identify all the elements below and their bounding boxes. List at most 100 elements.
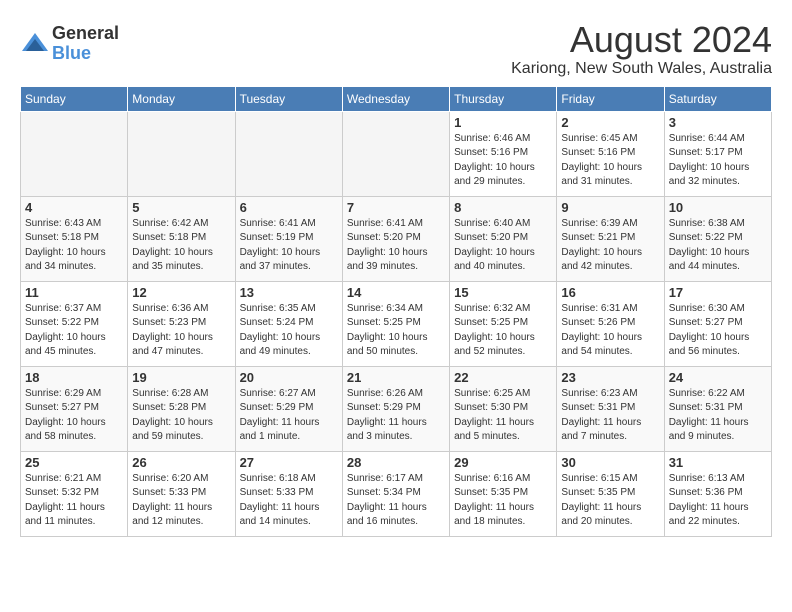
day-of-week-header: Saturday (664, 86, 771, 111)
day-number: 15 (454, 285, 552, 300)
day-number: 9 (561, 200, 659, 215)
day-of-week-header: Friday (557, 86, 664, 111)
logo: General Blue (20, 24, 119, 64)
calendar-day-cell: 7 Sunrise: 6:41 AMSunset: 5:20 PMDaylight… (342, 196, 449, 281)
day-number: 5 (132, 200, 230, 215)
day-info: Sunrise: 6:45 AMSunset: 5:16 PMDaylight:… (561, 132, 659, 190)
day-of-week-header: Monday (128, 86, 235, 111)
calendar-week-row: 25 Sunrise: 6:21 AMSunset: 5:32 PMDayligh… (21, 451, 772, 536)
calendar-day-cell: 16 Sunrise: 6:31 AMSunset: 5:26 PMDayligh… (557, 281, 664, 366)
calendar-day-cell: 28Sunrise: 6:17 AMSunset: 5:34 PMDayligh… (342, 451, 449, 536)
day-number: 4 (25, 200, 123, 215)
day-number: 12 (132, 285, 230, 300)
calendar-day-cell: 27Sunrise: 6:18 AMSunset: 5:33 PMDayligh… (235, 451, 342, 536)
title-section: August 2024 Kariong, New South Wales, Au… (511, 20, 772, 78)
calendar-day-cell: 21Sunrise: 6:26 AMSunset: 5:29 PMDayligh… (342, 366, 449, 451)
day-info: Sunrise: 6:36 AMSunset: 5:23 PMDaylight:… (132, 302, 230, 360)
day-info: Sunrise: 6:17 AMSunset: 5:34 PMDaylight:… (347, 472, 445, 530)
logo-general-text: General (52, 24, 119, 44)
day-number: 10 (669, 200, 767, 215)
day-info: Sunrise: 6:43 AMSunset: 5:18 PMDaylight:… (25, 217, 123, 275)
day-info: Sunrise: 6:15 AMSunset: 5:35 PMDaylight:… (561, 472, 659, 530)
day-number: 14 (347, 285, 445, 300)
day-info: Sunrise: 6:20 AMSunset: 5:33 PMDaylight:… (132, 472, 230, 530)
day-info: Sunrise: 6:18 AMSunset: 5:33 PMDaylight:… (240, 472, 338, 530)
day-of-week-header: Thursday (450, 86, 557, 111)
calendar-day-cell: 6 Sunrise: 6:41 AMSunset: 5:19 PMDaylight… (235, 196, 342, 281)
day-of-week-header: Sunday (21, 86, 128, 111)
day-number: 22 (454, 370, 552, 385)
calendar-day-cell: 3Sunrise: 6:44 AMSunset: 5:17 PMDaylight… (664, 111, 771, 196)
day-info: Sunrise: 6:29 AMSunset: 5:27 PMDaylight:… (25, 387, 123, 445)
day-number: 31 (669, 455, 767, 470)
month-year-title: August 2024 (511, 20, 772, 60)
day-info: Sunrise: 6:40 AMSunset: 5:20 PMDaylight:… (454, 217, 552, 275)
day-number: 11 (25, 285, 123, 300)
day-info: Sunrise: 6:22 AMSunset: 5:31 PMDaylight:… (669, 387, 767, 445)
day-of-week-header: Tuesday (235, 86, 342, 111)
day-number: 19 (132, 370, 230, 385)
logo-text: General Blue (52, 24, 119, 64)
calendar-week-row: 4 Sunrise: 6:43 AMSunset: 5:18 PMDaylight… (21, 196, 772, 281)
calendar-day-cell: 1Sunrise: 6:46 AMSunset: 5:16 PMDaylight… (450, 111, 557, 196)
day-number: 25 (25, 455, 123, 470)
day-info: Sunrise: 6:28 AMSunset: 5:28 PMDaylight:… (132, 387, 230, 445)
day-number: 30 (561, 455, 659, 470)
day-info: Sunrise: 6:34 AMSunset: 5:25 PMDaylight:… (347, 302, 445, 360)
day-number: 23 (561, 370, 659, 385)
day-number: 24 (669, 370, 767, 385)
day-info: Sunrise: 6:46 AMSunset: 5:16 PMDaylight:… (454, 132, 552, 190)
day-number: 16 (561, 285, 659, 300)
day-info: Sunrise: 6:31 AMSunset: 5:26 PMDaylight:… (561, 302, 659, 360)
day-number: 13 (240, 285, 338, 300)
calendar-day-cell: 2 Sunrise: 6:45 AMSunset: 5:16 PMDaylight… (557, 111, 664, 196)
calendar-day-cell: 8Sunrise: 6:40 AMSunset: 5:20 PMDaylight… (450, 196, 557, 281)
day-info: Sunrise: 6:16 AMSunset: 5:35 PMDaylight:… (454, 472, 552, 530)
calendar-table: SundayMondayTuesdayWednesdayThursdayFrid… (20, 86, 772, 537)
calendar-day-cell: 13 Sunrise: 6:35 AMSunset: 5:24 PMDayligh… (235, 281, 342, 366)
calendar-day-cell: 17 Sunrise: 6:30 AMSunset: 5:27 PMDayligh… (664, 281, 771, 366)
day-info: Sunrise: 6:23 AMSunset: 5:31 PMDaylight:… (561, 387, 659, 445)
day-number: 3 (669, 115, 767, 130)
day-info: Sunrise: 6:37 AMSunset: 5:22 PMDaylight:… (25, 302, 123, 360)
calendar-day-cell: 24 Sunrise: 6:22 AMSunset: 5:31 PMDayligh… (664, 366, 771, 451)
day-info: Sunrise: 6:27 AMSunset: 5:29 PMDaylight:… (240, 387, 338, 445)
logo-blue-text: Blue (52, 44, 119, 64)
day-info: Sunrise: 6:41 AMSunset: 5:20 PMDaylight:… (347, 217, 445, 275)
calendar-day-cell: 10 Sunrise: 6:38 AMSunset: 5:22 PMDayligh… (664, 196, 771, 281)
day-info: Sunrise: 6:38 AMSunset: 5:22 PMDaylight:… (669, 217, 767, 275)
day-info: Sunrise: 6:35 AMSunset: 5:24 PMDaylight:… (240, 302, 338, 360)
day-number: 26 (132, 455, 230, 470)
calendar-day-cell (21, 111, 128, 196)
day-info: Sunrise: 6:42 AMSunset: 5:18 PMDaylight:… (132, 217, 230, 275)
calendar-week-row: 18Sunrise: 6:29 AMSunset: 5:27 PMDayligh… (21, 366, 772, 451)
calendar-day-cell: 14 Sunrise: 6:34 AMSunset: 5:25 PMDayligh… (342, 281, 449, 366)
calendar-header-row: SundayMondayTuesdayWednesdayThursdayFrid… (21, 86, 772, 111)
page-header: General Blue August 2024 Kariong, New So… (20, 20, 772, 78)
day-number: 2 (561, 115, 659, 130)
logo-icon (20, 29, 50, 59)
calendar-day-cell: 30 Sunrise: 6:15 AMSunset: 5:35 PMDayligh… (557, 451, 664, 536)
calendar-day-cell: 23 Sunrise: 6:23 AMSunset: 5:31 PMDayligh… (557, 366, 664, 451)
calendar-day-cell: 25 Sunrise: 6:21 AMSunset: 5:32 PMDayligh… (21, 451, 128, 536)
day-number: 6 (240, 200, 338, 215)
calendar-day-cell: 15Sunrise: 6:32 AMSunset: 5:25 PMDayligh… (450, 281, 557, 366)
day-number: 7 (347, 200, 445, 215)
calendar-day-cell: 26 Sunrise: 6:20 AMSunset: 5:33 PMDayligh… (128, 451, 235, 536)
calendar-day-cell: 18Sunrise: 6:29 AMSunset: 5:27 PMDayligh… (21, 366, 128, 451)
day-number: 17 (669, 285, 767, 300)
day-info: Sunrise: 6:25 AMSunset: 5:30 PMDaylight:… (454, 387, 552, 445)
calendar-day-cell: 4 Sunrise: 6:43 AMSunset: 5:18 PMDaylight… (21, 196, 128, 281)
calendar-day-cell (342, 111, 449, 196)
calendar-week-row: 1Sunrise: 6:46 AMSunset: 5:16 PMDaylight… (21, 111, 772, 196)
calendar-day-cell: 9 Sunrise: 6:39 AMSunset: 5:21 PMDaylight… (557, 196, 664, 281)
day-info: Sunrise: 6:30 AMSunset: 5:27 PMDaylight:… (669, 302, 767, 360)
calendar-day-cell: 5 Sunrise: 6:42 AMSunset: 5:18 PMDaylight… (128, 196, 235, 281)
day-number: 21 (347, 370, 445, 385)
day-number: 29 (454, 455, 552, 470)
day-info: Sunrise: 6:13 AMSunset: 5:36 PMDaylight:… (669, 472, 767, 530)
day-info: Sunrise: 6:39 AMSunset: 5:21 PMDaylight:… (561, 217, 659, 275)
day-info: Sunrise: 6:21 AMSunset: 5:32 PMDaylight:… (25, 472, 123, 530)
calendar-day-cell: 12 Sunrise: 6:36 AMSunset: 5:23 PMDayligh… (128, 281, 235, 366)
day-info: Sunrise: 6:41 AMSunset: 5:19 PMDaylight:… (240, 217, 338, 275)
